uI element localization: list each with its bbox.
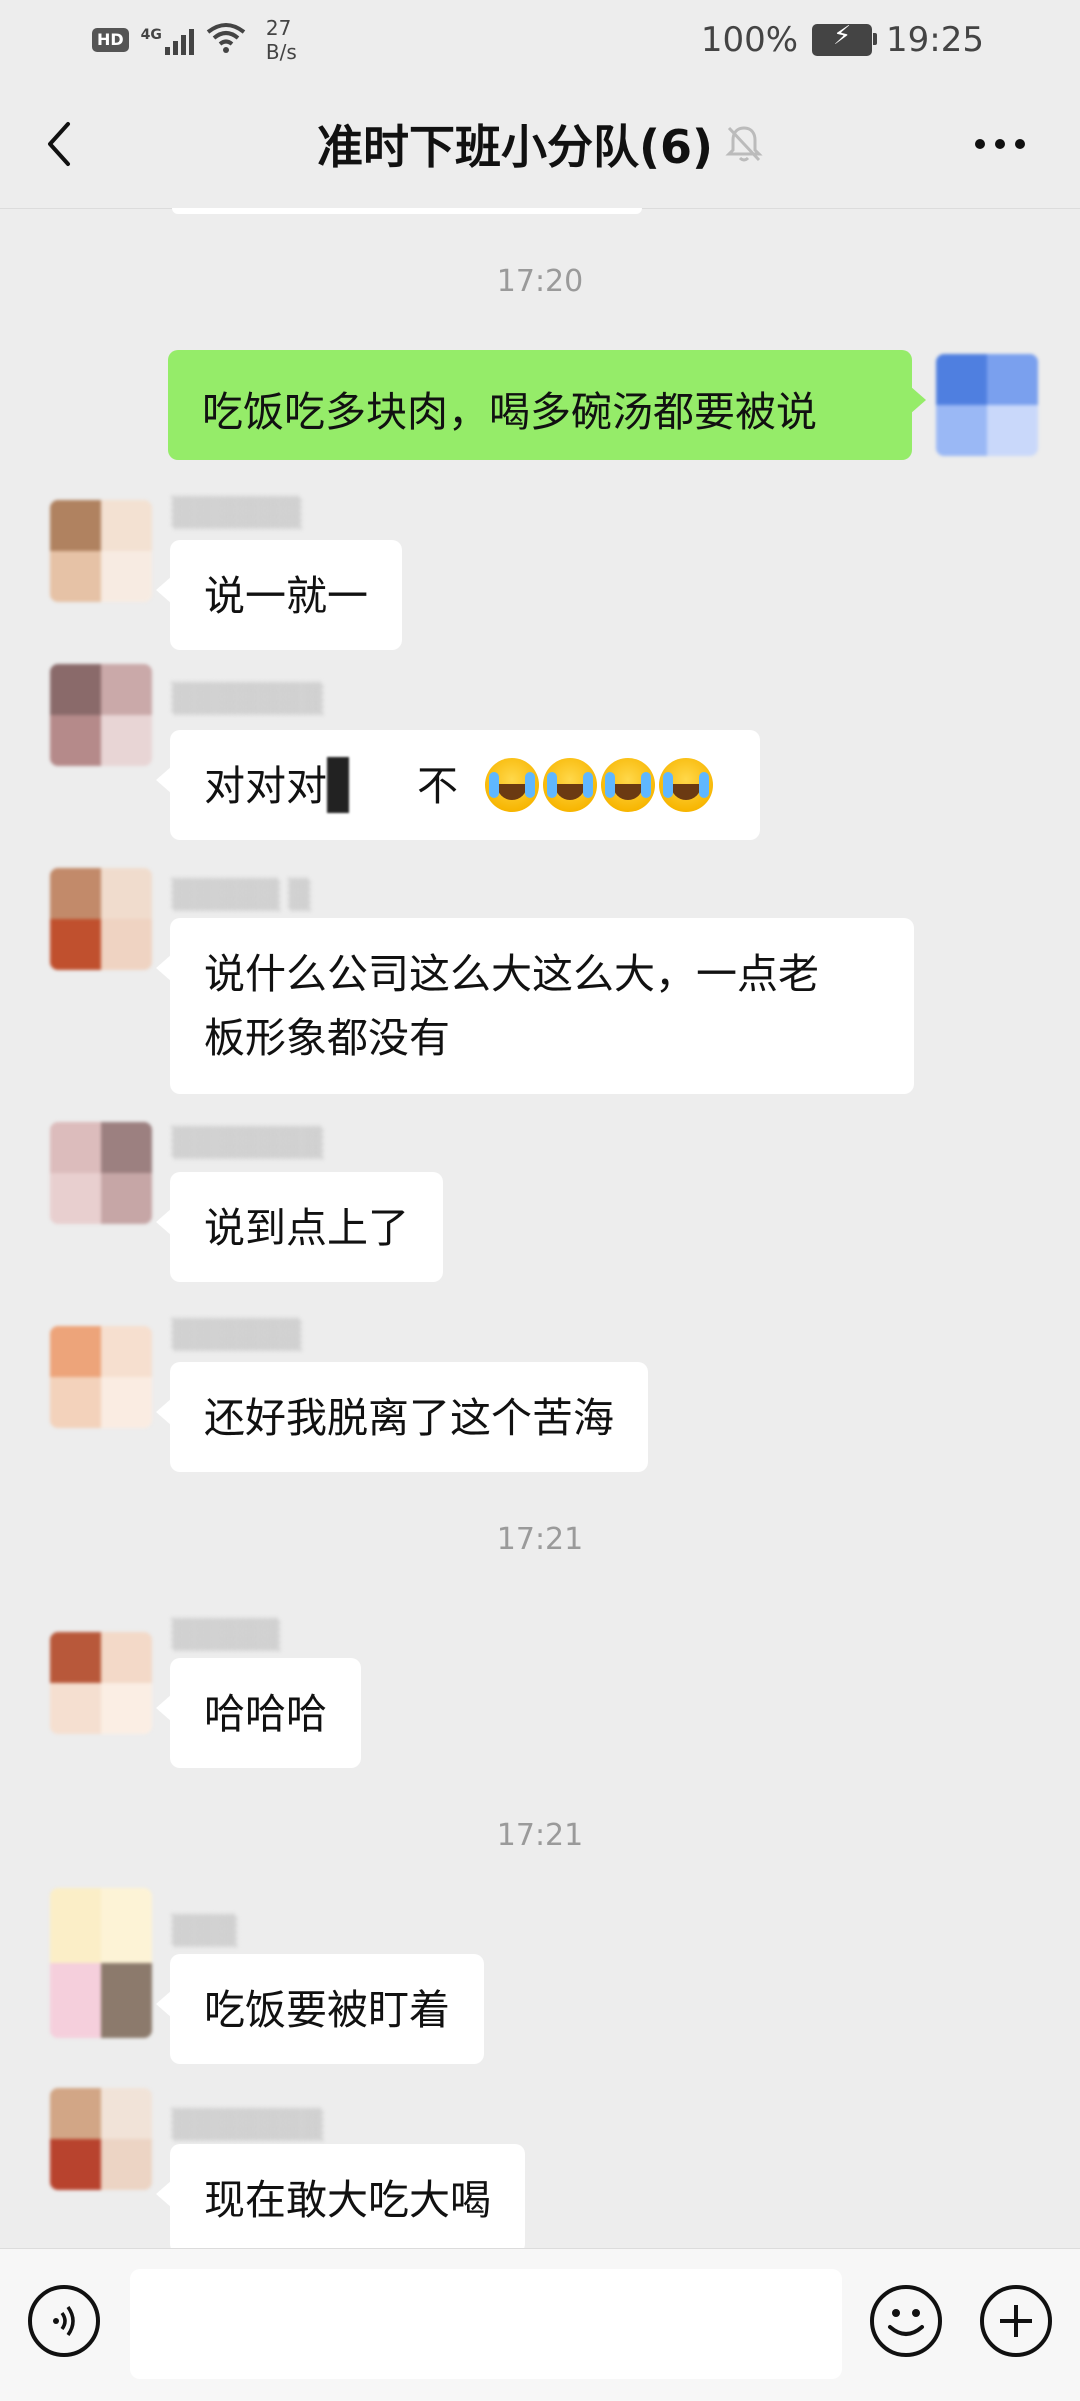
member-avatar[interactable] bbox=[50, 868, 152, 970]
my-avatar[interactable] bbox=[936, 354, 1038, 456]
message-text: 吃饭吃多块肉，喝多碗汤都要被说 bbox=[202, 388, 817, 436]
more-button[interactable] bbox=[964, 108, 1036, 180]
speed-value: 27 bbox=[265, 16, 292, 40]
crying-laughing-emoji-icon bbox=[659, 758, 714, 812]
more-dots-icon bbox=[975, 139, 1025, 149]
clock: 19:25 bbox=[886, 20, 984, 60]
sender-name-obscured: ▒▒▒ bbox=[172, 1914, 237, 1947]
message-input[interactable] bbox=[130, 2269, 842, 2379]
status-bar: HD 4G 27 B/s 100% ⚡ 19:25 bbox=[0, 0, 1080, 80]
status-right: 100% ⚡ 19:25 bbox=[701, 14, 984, 66]
network-speed: 27 B/s bbox=[266, 16, 297, 64]
message-text: 说到点上了 bbox=[204, 1204, 409, 1252]
member-avatar[interactable] bbox=[50, 1326, 152, 1428]
network-type: 4G bbox=[140, 27, 162, 43]
incoming-message-bubble[interactable]: 说一就一 bbox=[156, 540, 402, 650]
sender-name-obscured: ▒▒▒▒▒ ▒ bbox=[172, 878, 311, 911]
battery-percent: 100% bbox=[700, 20, 799, 60]
wifi-icon bbox=[206, 22, 246, 58]
member-avatar[interactable] bbox=[50, 1632, 152, 1734]
crying-laughing-emoji-icon bbox=[543, 758, 598, 812]
plus-button[interactable] bbox=[980, 2285, 1052, 2357]
previous-message-edge bbox=[172, 208, 642, 214]
plus-icon bbox=[1000, 2305, 1032, 2337]
sender-name-obscured: ▒▒▒▒▒▒▒ bbox=[172, 2108, 323, 2141]
crying-laughing-emoji-icon bbox=[485, 758, 540, 812]
battery-icon: ⚡ bbox=[812, 21, 878, 56]
crying-laughing-emoji-icon bbox=[601, 758, 656, 812]
chat-title-wrap: 准时下班小分队(6) bbox=[0, 110, 1080, 178]
message-text: 还好我脱离了这个苦海 bbox=[204, 1394, 614, 1442]
message-line-2: 板形象都没有 bbox=[204, 1014, 450, 1062]
incoming-message-bubble[interactable]: 对对对 不 bbox=[156, 730, 760, 840]
timestamp: 17:21 bbox=[496, 1818, 584, 1853]
speed-unit: B/s bbox=[265, 40, 297, 64]
voice-icon bbox=[53, 2305, 75, 2337]
incoming-message-bubble[interactable]: 现在敢大吃大喝 bbox=[156, 2144, 525, 2248]
message-list[interactable]: 17:20 吃饭吃多块肉，喝多碗汤都要被说 ▒▒▒▒▒▒ 说一就一 ▒▒▒▒▒▒… bbox=[0, 208, 1080, 2248]
member-avatar[interactable] bbox=[50, 2088, 152, 2190]
message-text: 现在敢大吃大喝 bbox=[204, 2176, 491, 2224]
input-bar bbox=[0, 2248, 1080, 2401]
chat-title: 准时下班小分队(6) bbox=[316, 120, 714, 174]
message-text: 说一就一 bbox=[204, 572, 368, 620]
member-avatar[interactable] bbox=[50, 1122, 152, 1224]
status-left: HD 4G 27 B/s bbox=[92, 14, 297, 66]
hd-badge: HD bbox=[92, 28, 129, 52]
sender-name-obscured: ▒▒▒▒▒ bbox=[172, 1618, 280, 1651]
outgoing-message-bubble[interactable]: 吃饭吃多块肉，喝多碗汤都要被说 bbox=[168, 350, 926, 460]
bell-muted-icon bbox=[725, 126, 763, 162]
chat-header: 准时下班小分队(6) bbox=[0, 80, 1080, 209]
sender-name-obscured: ▒▒▒▒▒▒ bbox=[172, 496, 302, 529]
timestamp: 17:20 bbox=[496, 264, 584, 299]
message-text: 哈哈哈 bbox=[204, 1690, 327, 1738]
emoji-group bbox=[485, 758, 714, 812]
redacted-text bbox=[327, 757, 417, 813]
voice-button[interactable] bbox=[28, 2285, 100, 2357]
member-avatar[interactable] bbox=[50, 1888, 152, 2038]
incoming-message-bubble[interactable]: 吃饭要被盯着 bbox=[156, 1954, 484, 2064]
message-line-1: 说什么公司这么大这么大，一点老 bbox=[204, 950, 819, 998]
message-text: 吃饭要被盯着 bbox=[204, 1986, 450, 2034]
message-text-end: 不 bbox=[417, 762, 458, 810]
incoming-message-bubble[interactable]: 还好我脱离了这个苦海 bbox=[156, 1362, 648, 1472]
smiley-icon bbox=[888, 2309, 924, 2336]
emoji-button[interactable] bbox=[870, 2285, 942, 2357]
incoming-message-bubble[interactable]: 哈哈哈 bbox=[156, 1658, 361, 1768]
member-avatar[interactable] bbox=[50, 500, 152, 602]
message-text-start: 对对对 bbox=[204, 762, 327, 810]
incoming-message-bubble[interactable]: 说什么公司这么大这么大，一点老 板形象都没有 bbox=[156, 918, 914, 1094]
signal-icon: 4G bbox=[141, 25, 194, 55]
sender-name-obscured: ▒▒▒▒▒▒ bbox=[172, 1318, 302, 1351]
member-avatar[interactable] bbox=[50, 664, 152, 766]
sender-name-obscured: ▒▒▒▒▒▒▒ bbox=[172, 682, 323, 715]
incoming-message-bubble[interactable]: 说到点上了 bbox=[156, 1172, 443, 1282]
timestamp: 17:21 bbox=[496, 1522, 584, 1557]
sender-name-obscured: ▒▒▒▒▒▒▒ bbox=[172, 1126, 323, 1159]
